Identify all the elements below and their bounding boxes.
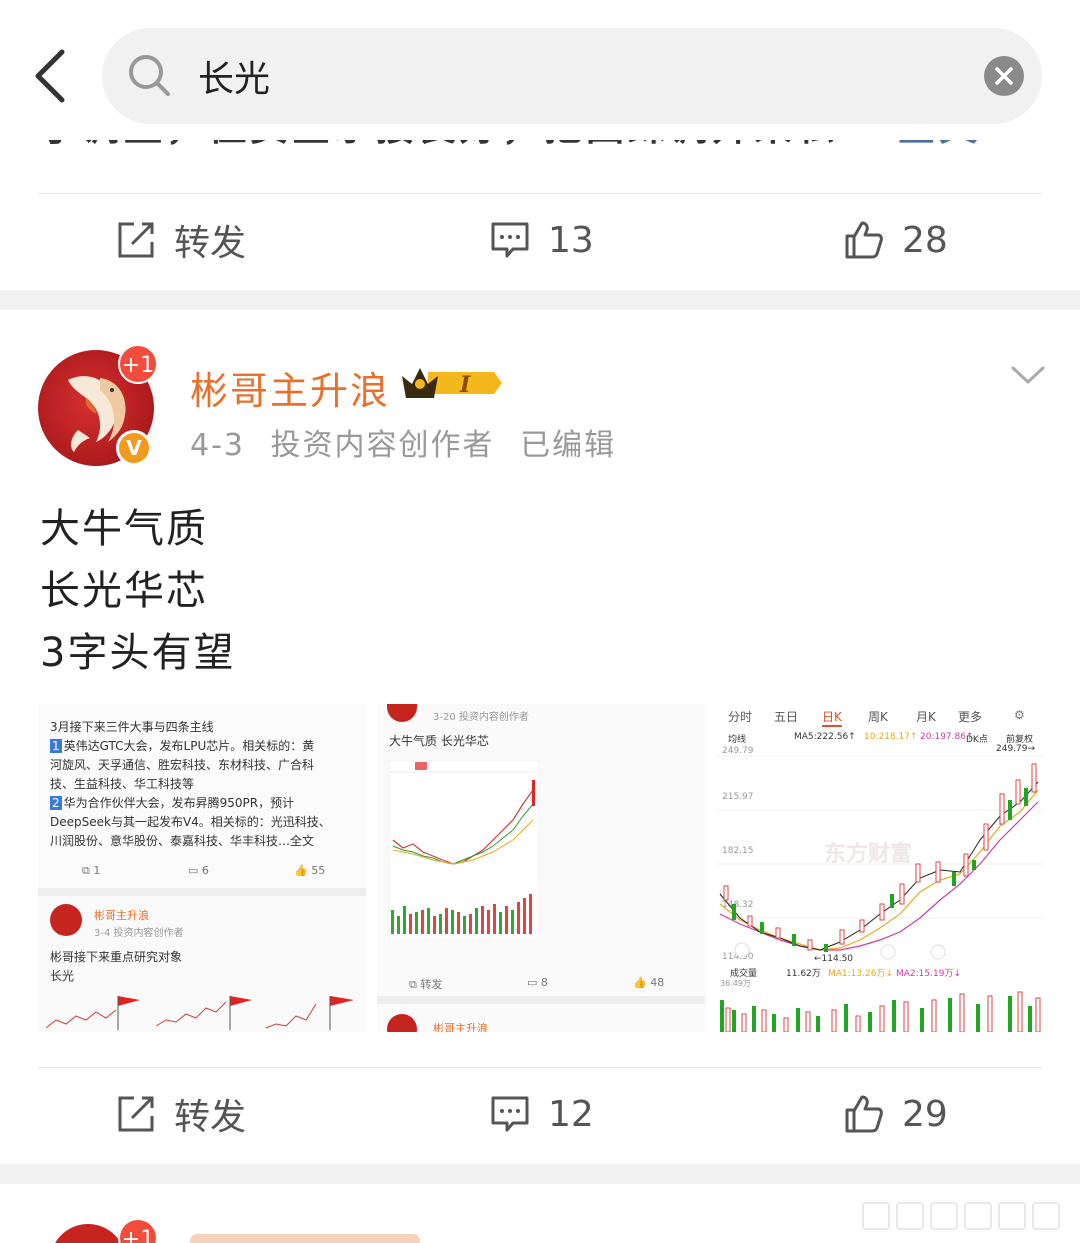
volume-max: 36.49万 xyxy=(720,979,751,988)
repost-label: 转发 xyxy=(174,223,247,264)
chart-tab: 五日 xyxy=(774,710,799,724)
vip-level: I xyxy=(459,372,471,398)
post-image-1[interactable]: 3月接下来三件大事与四条主线 1 英伟达GTC大会，发布LPU芯片。相关标的：黄 … xyxy=(38,704,366,1032)
volume-bars xyxy=(720,991,1041,1032)
chart-tab: 更多 xyxy=(958,710,983,724)
top-bar xyxy=(0,0,1080,140)
repost-icon xyxy=(118,1096,154,1132)
repost-label: 转发 xyxy=(174,1097,247,1138)
post-image-3[interactable]: 分时 五日 日K 周K 月K 更多 ⚙ 均线 MA5:222.56↑ 10:21… xyxy=(716,704,1044,1032)
repost-icon xyxy=(118,222,154,258)
next-post-avatar[interactable] xyxy=(50,1224,126,1243)
previous-post-actions: 转发 13 28 xyxy=(0,194,1080,286)
image-2-stat-comment: ▭ 8 xyxy=(527,976,548,989)
post-separator xyxy=(0,290,1080,310)
post-actions: 转发 12 29 xyxy=(0,1068,1080,1160)
image-2-meta: 3-20 投资内容创作者 xyxy=(433,712,529,723)
kline-chart xyxy=(716,755,1044,960)
like-count: 28 xyxy=(902,219,948,261)
like-button[interactable]: 28 xyxy=(844,194,948,286)
search-input[interactable] xyxy=(198,46,958,106)
author-name[interactable]: 彬哥主升浪 xyxy=(190,360,390,415)
notification-badge: +1 xyxy=(118,1218,158,1243)
image-1-sub-author: 彬哥主升浪 xyxy=(94,909,149,922)
chevron-down-icon[interactable] xyxy=(1010,362,1046,390)
ma5-value: MA5:222.56↑ xyxy=(794,732,856,742)
comment-count: 12 xyxy=(548,1093,594,1135)
comment-icon xyxy=(491,1096,529,1132)
notification-badge: +1 xyxy=(118,344,158,384)
image-1-line: 川润股份、意华股份、泰嘉科技、华丰科技…全文 xyxy=(50,834,315,848)
post-meta: 4-3 投资内容创作者 已编辑 xyxy=(190,420,630,464)
image-2-stat-repost: ⧉ 转发 xyxy=(409,978,443,991)
comment-button[interactable]: 13 xyxy=(490,194,594,286)
close-icon xyxy=(995,67,1013,85)
image-1-line: 技、生益科技、华工科技等 xyxy=(50,777,195,791)
settings-icon: ⚙ xyxy=(1014,708,1025,722)
back-button[interactable] xyxy=(28,44,78,108)
post-date: 4-3 xyxy=(190,428,245,463)
comment-count: 13 xyxy=(548,219,594,261)
image-1-line: 河旋风、天孚通信、胜宏科技、东材科技、广合科 xyxy=(50,758,315,772)
image-1-header: 3月接下来三件大事与四条主线 xyxy=(50,720,214,734)
clear-search-button[interactable] xyxy=(984,56,1024,96)
image-2-avatar xyxy=(387,704,417,722)
search-icon xyxy=(129,55,170,96)
volume-ma2: MA2:15.19万↓ xyxy=(896,969,961,979)
chevron-left-icon xyxy=(35,49,65,103)
chart-tab-active: 日K xyxy=(822,708,842,727)
image-1-gap xyxy=(38,888,366,896)
ma10-value: 10:218.17↑ xyxy=(864,732,918,742)
chart-tab: 周K xyxy=(868,710,888,724)
comment-icon xyxy=(491,222,529,258)
author-role: 投资内容创作者 xyxy=(270,428,495,463)
vip-badge: I xyxy=(398,362,504,404)
repost-button[interactable]: 转发 xyxy=(116,1068,246,1160)
image-1-stat-like: 👍 55 xyxy=(294,864,326,877)
next-post-preview: +1 xyxy=(0,1188,1080,1243)
post-content: 大牛气质 长光华芯 3字头有望 xyxy=(40,498,235,684)
image-1-stat-comment: ▭ 6 xyxy=(188,864,209,877)
like-button[interactable]: 29 xyxy=(844,1068,948,1160)
image-1-sub-meta: 3-4 投资内容创作者 xyxy=(94,928,184,939)
post-line: 长光华芯 xyxy=(40,568,208,614)
crown-icon: I xyxy=(402,368,502,398)
edited-label: 已编辑 xyxy=(520,428,617,463)
comment-button[interactable]: 12 xyxy=(490,1068,594,1160)
image-2-gap xyxy=(377,996,705,1004)
thumbs-up-icon xyxy=(845,221,883,259)
image-2-stat-like: 👍 48 xyxy=(633,976,665,989)
image-2-sub-author: 彬哥主升浪 xyxy=(433,1022,488,1032)
post-image-2[interactable]: 3-20 投资内容创作者 大牛气质 长光华芯 ⧉ 转发 ▭ 8 👍 48 彬哥主… xyxy=(377,704,705,1032)
volume-value: 11.62万 xyxy=(786,969,821,979)
image-1-sub-avatar xyxy=(50,904,82,936)
image-1-mini-charts xyxy=(46,996,354,1030)
home-indicator xyxy=(862,1202,1072,1236)
image-1-line: 1 英伟达GTC大会，发布LPU芯片。相关标的：黄 xyxy=(50,739,315,753)
next-post-author-placeholder xyxy=(190,1234,420,1243)
image-1-line: DeepSeek与其一起发布V4。相关标的：光迅科技、 xyxy=(50,815,331,829)
image-2-sub-avatar xyxy=(387,1014,417,1032)
post-line: 3字头有望 xyxy=(40,630,236,676)
search-bar[interactable] xyxy=(102,28,1042,124)
image-2-chart xyxy=(389,760,539,940)
image-2-title: 大牛气质 长光华芯 xyxy=(389,734,489,748)
chart-tab: 月K xyxy=(916,710,936,724)
post-line: 大牛气质 xyxy=(40,506,208,552)
volume-ma1: MA1:13.26万↓ xyxy=(828,969,893,979)
thumbs-up-icon xyxy=(845,1095,883,1133)
image-1-line: 2 华为合作伙伴大会，发布昇腾950PR，预计 xyxy=(50,796,295,810)
post-separator xyxy=(0,1164,1080,1184)
like-count: 29 xyxy=(902,1093,948,1135)
image-1-sub-text2: 长光 xyxy=(50,969,75,983)
repost-button[interactable]: 转发 xyxy=(116,194,246,286)
image-1-stat-repost: ⧉ 1 xyxy=(82,864,101,877)
verified-badge: V xyxy=(116,430,152,466)
chart-tab: 分时 xyxy=(728,710,753,724)
image-1-sub-text: 彬哥接下来重点研究对象 xyxy=(50,950,183,964)
